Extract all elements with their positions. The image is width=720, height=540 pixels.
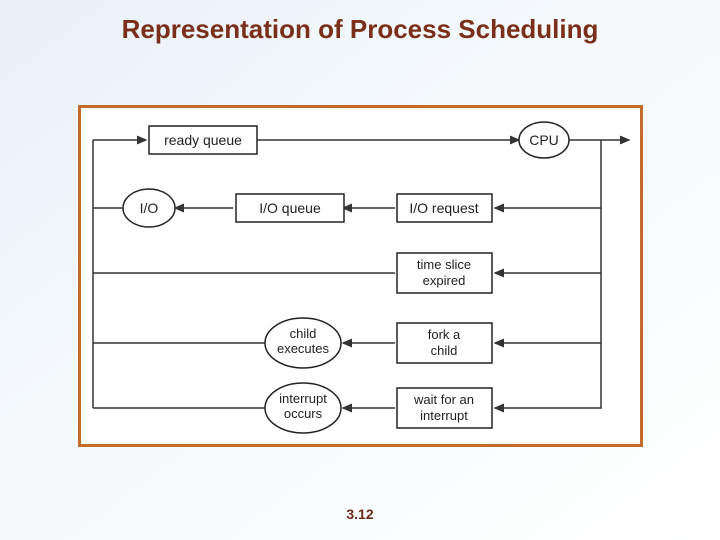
label-time-slice-1: time slice: [417, 257, 471, 272]
flow-cpu-to-wait: [495, 343, 601, 408]
label-fork-2: child: [431, 343, 458, 358]
label-cpu: CPU: [529, 132, 559, 148]
page-title: Representation of Process Scheduling: [0, 14, 720, 45]
label-io-request: I/O request: [409, 200, 478, 216]
label-time-slice-2: expired: [423, 273, 466, 288]
label-intocc-2: occurs: [284, 406, 323, 421]
label-wait-1: wait for an: [413, 392, 474, 407]
label-io-queue: I/O queue: [259, 200, 321, 216]
page-number: 3.12: [0, 506, 720, 522]
label-ready-queue: ready queue: [164, 132, 242, 148]
label-child-2: executes: [277, 341, 330, 356]
label-wait-2: interrupt: [420, 408, 468, 423]
flow-cpu-to-fork: [495, 273, 601, 343]
label-fork-1: fork a: [428, 327, 461, 342]
process-scheduling-diagram: ready queue CPU I/O I/O queue I/O reques…: [81, 108, 640, 444]
flow-cpu-to-timeslice: [495, 208, 601, 273]
label-intocc-1: interrupt: [279, 391, 327, 406]
label-io: I/O: [140, 200, 159, 216]
label-child-1: child: [290, 326, 317, 341]
diagram-frame: ready queue CPU I/O I/O queue I/O reques…: [78, 105, 643, 447]
